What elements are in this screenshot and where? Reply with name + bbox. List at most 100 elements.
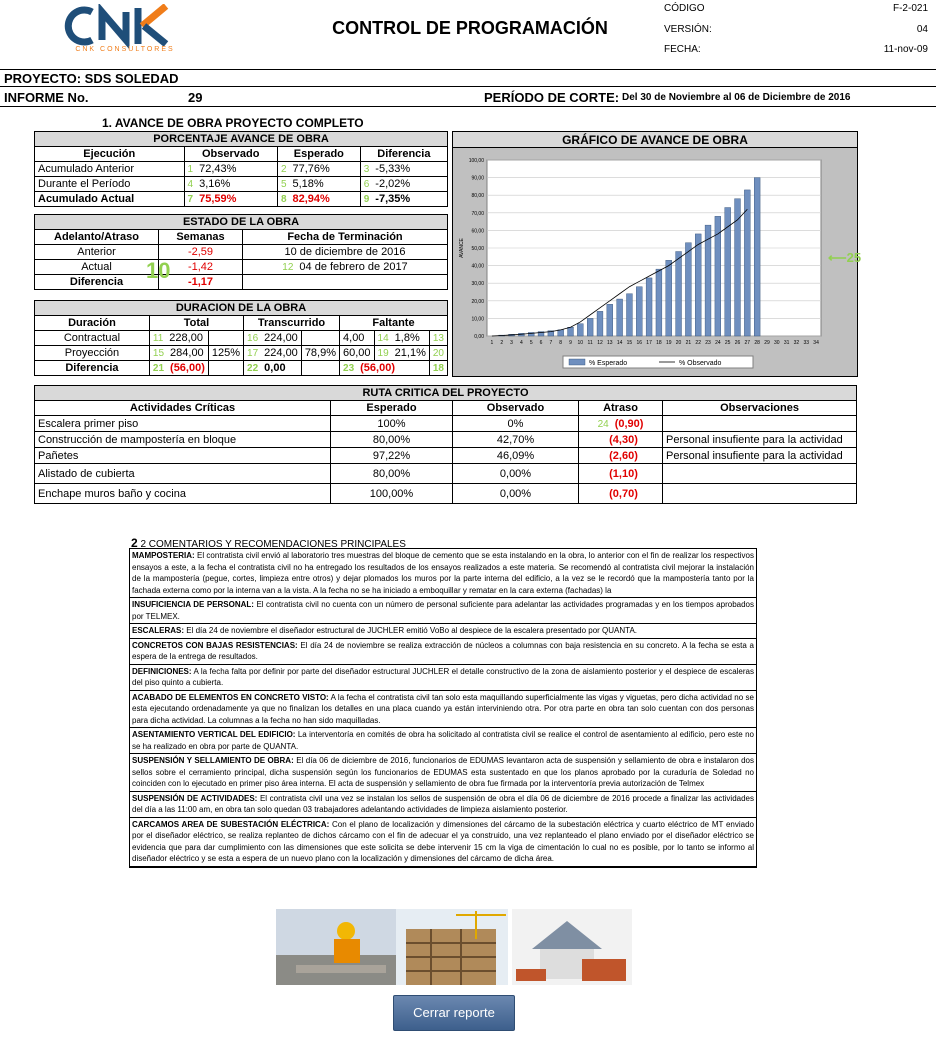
bar-esperado bbox=[577, 323, 584, 337]
row-label: Proyección bbox=[34, 345, 150, 361]
version-value: 04 bbox=[916, 24, 928, 35]
y-axis-label: AVANCE bbox=[459, 237, 465, 257]
comment-heading: ESCALERAS: bbox=[132, 626, 185, 635]
ruta-header: Observado bbox=[452, 400, 579, 416]
bar-esperado bbox=[645, 277, 653, 337]
transcurrido: 224,00 bbox=[264, 347, 298, 359]
pct-total bbox=[207, 330, 245, 346]
bar-esperado bbox=[567, 326, 574, 337]
observaciones bbox=[662, 483, 857, 504]
row-label: Contractual bbox=[34, 330, 150, 346]
close-report-button[interactable]: Cerrar reporte bbox=[393, 995, 515, 1031]
comments-box: MAMPOSTERIA: El contratista civil envió … bbox=[129, 548, 757, 868]
comment-heading: ASENTAMIENTO VERTICAL DEL EDIFICIO: bbox=[132, 730, 296, 739]
logo-subtitle: CNK CONSULTORES bbox=[75, 46, 175, 53]
legend-label-esperado: % Esperado bbox=[589, 360, 627, 367]
diferencia: -5,33% bbox=[375, 163, 411, 175]
periodo-value: Del 30 de Noviembre al 06 de Diciembre d… bbox=[622, 92, 851, 103]
y-tick-label: 70,00 bbox=[471, 211, 484, 217]
comment-item: CONCRETOS CON BAJAS RESISTENCIAS: El día… bbox=[130, 639, 756, 665]
x-tick-label: 14 bbox=[617, 340, 623, 346]
periodo-label: PERÍODO DE CORTE: bbox=[484, 90, 620, 105]
codigo-label: CÓDIGO bbox=[664, 3, 705, 14]
version-label: VERSIÓN: bbox=[664, 24, 712, 35]
esperado: 97,22% bbox=[330, 447, 453, 464]
total: (56,00) bbox=[170, 362, 205, 374]
comment-item: ASENTAMIENTO VERTICAL DEL EDIFICIO: La i… bbox=[130, 728, 756, 754]
activity: Escalera primer piso bbox=[34, 415, 331, 432]
x-tick-label: 2 bbox=[500, 340, 503, 346]
comment-text: A la fecha falta por definir por parte d… bbox=[132, 666, 754, 688]
chart-marker-label: 25 bbox=[846, 250, 862, 265]
bar-esperado bbox=[616, 298, 623, 337]
table-row: Pañetes 97,22% 46,09% (2,60) Personal insufi… bbox=[34, 447, 857, 464]
marker: 3 bbox=[363, 164, 370, 175]
section1-title: 1. AVANCE DE OBRA PROYECTO COMPLETO bbox=[102, 116, 364, 130]
marker: 18 bbox=[428, 360, 449, 376]
x-tick-label: 19 bbox=[666, 340, 672, 346]
marker: 21 bbox=[152, 363, 165, 374]
pct-falt: 1,8% bbox=[394, 332, 420, 344]
table-row: Construcción de mampostería en bloque 80,… bbox=[34, 431, 857, 448]
fecha-value: 11-nov-09 bbox=[883, 44, 928, 55]
x-tick-label: 25 bbox=[725, 340, 731, 346]
table-row: Escalera primer piso 100% 0% 24 (0,90) bbox=[34, 415, 857, 432]
activity: Construcción de mampostería en bloque bbox=[34, 431, 331, 448]
marker: 5 bbox=[280, 179, 287, 190]
atraso: (4,30) bbox=[609, 433, 638, 446]
estado-header: Semanas bbox=[158, 229, 243, 245]
comment-heading: SUSPENSIÓN Y SELLAMIENTO DE OBRA: bbox=[132, 756, 294, 765]
x-tick-label: 22 bbox=[695, 340, 701, 346]
x-tick-label: 27 bbox=[745, 340, 751, 346]
marker: 14 bbox=[377, 333, 389, 344]
pct-total: 125% bbox=[207, 345, 245, 361]
duracion-header: Total bbox=[148, 315, 245, 331]
esperado: 100,00% bbox=[330, 483, 453, 504]
comment-item: CARCAMOS AREA DE SUBESTACIÓN ELÉCTRICA: … bbox=[130, 818, 756, 867]
esperado: 100% bbox=[330, 415, 453, 432]
x-tick-label: 16 bbox=[636, 340, 642, 346]
row-label: Acumulado Actual bbox=[34, 191, 185, 207]
duracion-header: Faltante bbox=[339, 315, 448, 331]
observado: 0,00% bbox=[452, 463, 579, 484]
marker: 11 bbox=[152, 333, 164, 344]
table-row: Actual -1,42 12 04 de febrero de 2017 bbox=[34, 259, 448, 275]
x-tick-label: 32 bbox=[794, 340, 800, 346]
table-row: Enchape muros baño y cocina 100,00% 0,00% (… bbox=[34, 483, 857, 504]
avance-header: Esperado bbox=[276, 146, 361, 162]
legend-label-observado: % Observado bbox=[679, 360, 722, 367]
duracion-header: Transcurrido bbox=[243, 315, 341, 331]
esperado: 82,94% bbox=[292, 193, 330, 205]
avance-chart: GRÁFICO DE AVANCE DE OBRA 0,00 10,00 20,00… bbox=[452, 131, 858, 377]
y-tick-label: 40,00 bbox=[471, 264, 484, 270]
marker: 20 bbox=[428, 345, 449, 361]
faltante: 60,00 bbox=[339, 345, 375, 361]
transcurrido: 0,00 bbox=[264, 362, 286, 374]
y-tick-label: 90,00 bbox=[471, 176, 484, 182]
comment-item: ESCALERAS: El día 24 de noviembre el dis… bbox=[130, 624, 756, 639]
x-tick-label: 17 bbox=[646, 340, 652, 346]
x-tick-label: 24 bbox=[715, 340, 721, 346]
marker: 15 bbox=[152, 348, 165, 359]
x-tick-label: 12 bbox=[597, 340, 603, 346]
duracion-header: Duración bbox=[34, 315, 150, 331]
bar-esperado bbox=[636, 286, 643, 337]
x-tick-label: 34 bbox=[813, 340, 819, 346]
pct-falt: 21,1% bbox=[394, 347, 426, 359]
observado: 75,59% bbox=[199, 193, 237, 205]
y-tick-label: 80,00 bbox=[471, 193, 484, 199]
marker: 8 bbox=[280, 194, 287, 205]
x-tick-label: 5 bbox=[530, 340, 533, 346]
semanas: -1,17 bbox=[158, 274, 243, 290]
row-label: Diferencia bbox=[34, 274, 159, 290]
avance-header: Observado bbox=[183, 146, 278, 162]
bar-esperado bbox=[685, 242, 692, 337]
marker: 7 bbox=[187, 194, 194, 205]
row-label: Acumulado Anterior bbox=[34, 161, 185, 177]
faltante: (56,00) bbox=[360, 362, 395, 374]
marker: 9 bbox=[363, 194, 370, 205]
estado-header: Fecha de Terminación bbox=[242, 229, 448, 245]
y-tick-label: 50,00 bbox=[471, 246, 484, 252]
x-tick-label: 33 bbox=[803, 340, 809, 346]
x-tick-label: 18 bbox=[656, 340, 662, 346]
